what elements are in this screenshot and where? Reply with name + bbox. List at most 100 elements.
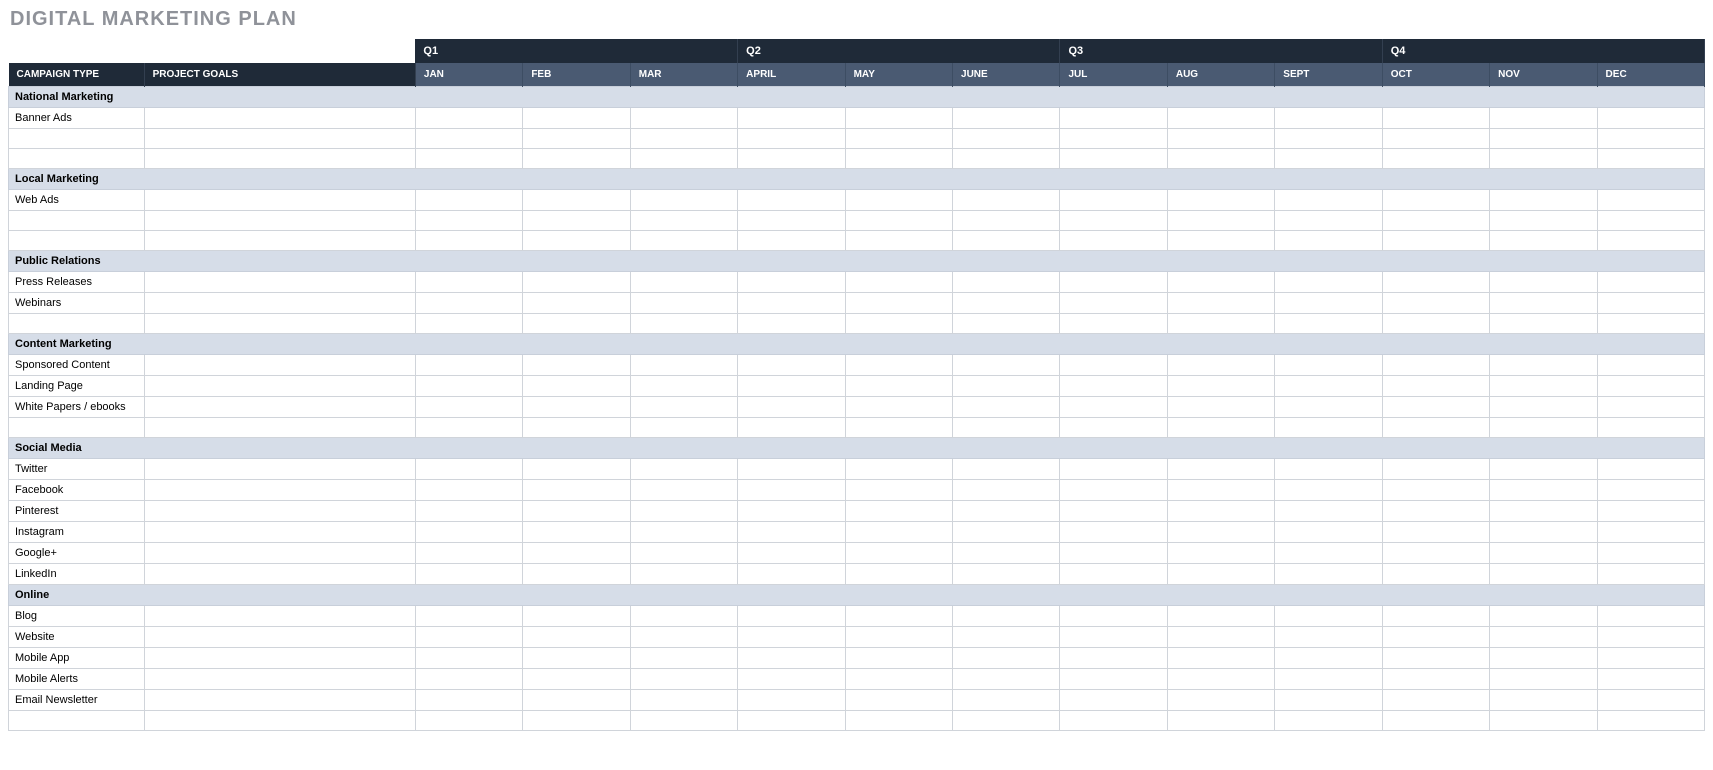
month-cell[interactable]	[953, 543, 1060, 564]
month-cell[interactable]	[415, 690, 522, 711]
goals-cell[interactable]	[144, 129, 415, 149]
campaign-cell[interactable]: Email Newsletter	[9, 690, 145, 711]
month-cell[interactable]	[845, 543, 952, 564]
campaign-cell[interactable]: Banner Ads	[9, 108, 145, 129]
campaign-cell[interactable]	[9, 129, 145, 149]
month-cell[interactable]	[845, 669, 952, 690]
month-cell[interactable]	[738, 627, 845, 648]
month-cell[interactable]	[1275, 459, 1382, 480]
month-cell[interactable]	[845, 231, 952, 251]
month-cell[interactable]	[738, 231, 845, 251]
month-cell[interactable]	[523, 648, 630, 669]
month-cell[interactable]	[1060, 314, 1167, 334]
goals-cell[interactable]	[144, 293, 415, 314]
campaign-cell[interactable]: Web Ads	[9, 190, 145, 211]
goals-cell[interactable]	[144, 149, 415, 169]
month-cell[interactable]	[523, 459, 630, 480]
month-cell[interactable]	[738, 418, 845, 438]
campaign-cell[interactable]	[9, 418, 145, 438]
month-cell[interactable]	[1597, 648, 1704, 669]
goals-cell[interactable]	[144, 522, 415, 543]
month-cell[interactable]	[1382, 355, 1489, 376]
month-cell[interactable]	[1167, 149, 1274, 169]
month-cell[interactable]	[1382, 543, 1489, 564]
month-cell[interactable]	[1597, 397, 1704, 418]
month-cell[interactable]	[1490, 376, 1597, 397]
campaign-cell[interactable]: Google+	[9, 543, 145, 564]
month-cell[interactable]	[1060, 397, 1167, 418]
month-cell[interactable]	[1597, 418, 1704, 438]
goals-cell[interactable]	[144, 272, 415, 293]
month-cell[interactable]	[1597, 355, 1704, 376]
month-cell[interactable]	[415, 397, 522, 418]
month-cell[interactable]	[415, 293, 522, 314]
month-cell[interactable]	[523, 564, 630, 585]
month-cell[interactable]	[1275, 522, 1382, 543]
month-cell[interactable]	[1490, 627, 1597, 648]
month-cell[interactable]	[523, 522, 630, 543]
month-cell[interactable]	[1597, 231, 1704, 251]
month-cell[interactable]	[1167, 108, 1274, 129]
month-cell[interactable]	[845, 355, 952, 376]
month-cell[interactable]	[953, 211, 1060, 231]
month-cell[interactable]	[1275, 627, 1382, 648]
campaign-cell[interactable]	[9, 711, 145, 731]
month-cell[interactable]	[1490, 231, 1597, 251]
month-cell[interactable]	[1060, 418, 1167, 438]
month-cell[interactable]	[953, 501, 1060, 522]
month-cell[interactable]	[1167, 355, 1274, 376]
goals-cell[interactable]	[144, 627, 415, 648]
month-cell[interactable]	[1382, 376, 1489, 397]
month-cell[interactable]	[1275, 606, 1382, 627]
goals-cell[interactable]	[144, 648, 415, 669]
month-cell[interactable]	[1167, 627, 1274, 648]
month-cell[interactable]	[630, 564, 737, 585]
month-cell[interactable]	[1060, 522, 1167, 543]
month-cell[interactable]	[738, 355, 845, 376]
month-cell[interactable]	[415, 459, 522, 480]
month-cell[interactable]	[415, 272, 522, 293]
month-cell[interactable]	[1060, 459, 1167, 480]
month-cell[interactable]	[1382, 480, 1489, 501]
month-cell[interactable]	[1060, 543, 1167, 564]
month-cell[interactable]	[630, 293, 737, 314]
month-cell[interactable]	[1382, 522, 1489, 543]
month-cell[interactable]	[1275, 690, 1382, 711]
month-cell[interactable]	[523, 627, 630, 648]
month-cell[interactable]	[1382, 711, 1489, 731]
month-cell[interactable]	[953, 314, 1060, 334]
month-cell[interactable]	[1597, 314, 1704, 334]
campaign-cell[interactable]: Webinars	[9, 293, 145, 314]
month-cell[interactable]	[415, 648, 522, 669]
month-cell[interactable]	[738, 480, 845, 501]
month-cell[interactable]	[523, 690, 630, 711]
month-cell[interactable]	[1167, 606, 1274, 627]
month-cell[interactable]	[630, 522, 737, 543]
month-cell[interactable]	[1275, 129, 1382, 149]
campaign-cell[interactable]: Twitter	[9, 459, 145, 480]
month-cell[interactable]	[738, 543, 845, 564]
month-cell[interactable]	[1597, 149, 1704, 169]
month-cell[interactable]	[1275, 108, 1382, 129]
month-cell[interactable]	[738, 711, 845, 731]
month-cell[interactable]	[1490, 293, 1597, 314]
month-cell[interactable]	[1490, 522, 1597, 543]
month-cell[interactable]	[1167, 711, 1274, 731]
month-cell[interactable]	[630, 108, 737, 129]
month-cell[interactable]	[630, 190, 737, 211]
month-cell[interactable]	[1060, 606, 1167, 627]
month-cell[interactable]	[1382, 211, 1489, 231]
month-cell[interactable]	[1275, 211, 1382, 231]
month-cell[interactable]	[953, 418, 1060, 438]
month-cell[interactable]	[415, 418, 522, 438]
month-cell[interactable]	[1490, 480, 1597, 501]
month-cell[interactable]	[415, 543, 522, 564]
month-cell[interactable]	[1167, 690, 1274, 711]
month-cell[interactable]	[1167, 129, 1274, 149]
month-cell[interactable]	[738, 129, 845, 149]
month-cell[interactable]	[953, 606, 1060, 627]
month-cell[interactable]	[738, 648, 845, 669]
month-cell[interactable]	[1060, 355, 1167, 376]
month-cell[interactable]	[1490, 190, 1597, 211]
month-cell[interactable]	[630, 459, 737, 480]
